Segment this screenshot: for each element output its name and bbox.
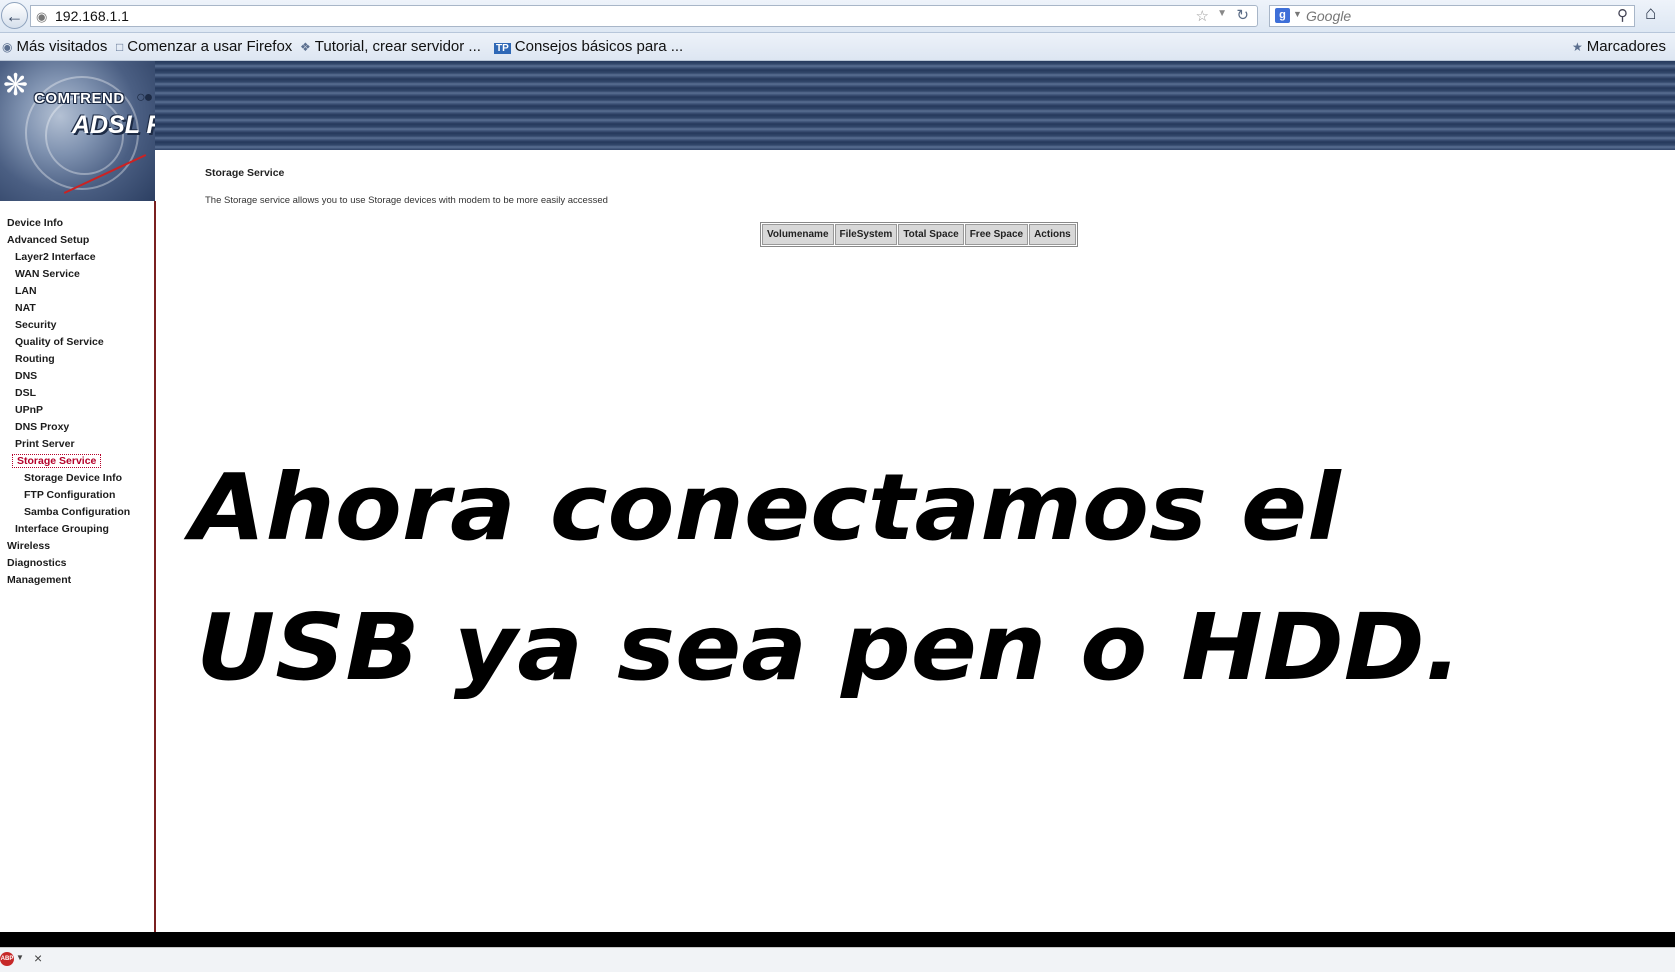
sidebar-item-samba-configuration[interactable]: Samba Configuration (24, 506, 130, 518)
sidebar-item-advanced-setup[interactable]: Advanced Setup (7, 234, 89, 246)
sidebar-item-wireless[interactable]: Wireless (7, 540, 50, 552)
bookmarks-toolbar: ◉ Más visitados □ Comenzar a usar Firefox … (0, 33, 1675, 61)
router-logo: ❋ COMTREND ○● ADSL Router (0, 61, 155, 201)
chevron-down-icon[interactable]: ▼ (1217, 8, 1227, 19)
sidebar-item-dsl[interactable]: DSL (15, 387, 36, 399)
column-header-free-space: Free Space (964, 224, 1029, 245)
sidebar-item-quality-of-service[interactable]: Quality of Service (15, 336, 104, 348)
sidebar-item-wan-service[interactable]: WAN Service (15, 268, 80, 280)
column-header-total-space: Total Space (898, 224, 964, 245)
google-icon[interactable]: g (1275, 8, 1290, 23)
globe-icon: ◉ (2, 40, 13, 54)
sidebar-item-management[interactable]: Management (7, 574, 71, 586)
sidebar-item-nat[interactable]: NAT (15, 302, 36, 314)
product-name: ADSL Router (72, 111, 155, 139)
bottom-divider (0, 932, 1675, 947)
sidebar-item-dns-proxy[interactable]: DNS Proxy (15, 421, 69, 433)
bookmarks-menu[interactable]: ★ Marcadores (1572, 38, 1666, 55)
brand-name: COMTREND (34, 90, 125, 107)
link-icon: ❖ (300, 40, 311, 54)
sidebar-item-routing[interactable]: Routing (15, 353, 55, 365)
back-arrow-icon[interactable]: ← (1, 2, 28, 29)
reload-icon[interactable]: ↻ (1236, 6, 1249, 24)
search-input[interactable]: g ▼ Google ⚲ (1269, 5, 1635, 27)
sidebar-item-device-info[interactable]: Device Info (7, 217, 63, 229)
flower-logo-icon: ❋ (3, 69, 29, 102)
sidebar-nav: Device Info Advanced Setup Layer2 Interf… (0, 201, 156, 932)
chevron-down-icon[interactable]: ▼ (16, 953, 24, 962)
chevron-down-icon[interactable]: ▼ (1293, 9, 1302, 19)
router-header (0, 61, 1675, 150)
adblock-icon[interactable]: ABP (0, 952, 14, 966)
bookmark-consejos[interactable]: TP Consejos básicos para ... (494, 38, 683, 55)
sidebar-item-lan[interactable]: LAN (15, 285, 37, 297)
bookmark-star-icon[interactable]: ☆ (1196, 7, 1209, 25)
overlay-caption-line2: USB ya sea pen o HDD. (196, 594, 1462, 701)
column-header-actions: Actions (1029, 224, 1076, 245)
bookmarks-icon: ★ (1572, 40, 1583, 54)
home-icon[interactable]: ⌂ (1645, 3, 1656, 25)
logo-dots: ○● (136, 89, 153, 106)
bookmark-tutorial[interactable]: ❖ Tutorial, crear servidor ... (300, 38, 481, 55)
sidebar-item-print-server[interactable]: Print Server (15, 438, 75, 450)
bookmark-most-visited[interactable]: ◉ Más visitados (2, 38, 107, 55)
column-header-volumename: Volumename (762, 224, 834, 245)
close-icon[interactable]: × (34, 950, 42, 966)
page-icon: □ (116, 40, 124, 54)
sidebar-item-diagnostics[interactable]: Diagnostics (7, 557, 67, 569)
page-title: Storage Service (205, 167, 285, 179)
bookmark-getting-started[interactable]: □ Comenzar a usar Firefox (116, 38, 292, 55)
url-text[interactable]: 192.168.1.1 (55, 8, 129, 24)
sidebar-item-dns[interactable]: DNS (15, 370, 37, 382)
sidebar-item-upnp[interactable]: UPnP (15, 404, 43, 416)
sidebar-item-storage-device-info[interactable]: Storage Device Info (24, 472, 122, 484)
sidebar-item-layer2-interface[interactable]: Layer2 Interface (15, 251, 96, 263)
tp-icon: TP (494, 43, 511, 54)
search-icon[interactable]: ⚲ (1617, 6, 1628, 24)
sidebar-item-ftp-configuration[interactable]: FTP Configuration (24, 489, 115, 501)
browser-navbar: ← ◉ 192.168.1.1 ☆ ▼ ↻ g ▼ Google ⚲ ⌂ (0, 0, 1675, 33)
sidebar-item-interface-grouping[interactable]: Interface Grouping (15, 523, 109, 535)
table-header-row: Volumename FileSystem Total Space Free S… (762, 224, 1076, 245)
column-header-filesystem: FileSystem (834, 224, 898, 245)
sidebar-item-security[interactable]: Security (15, 319, 56, 331)
url-bar[interactable]: ◉ 192.168.1.1 ☆ ▼ ↻ (30, 5, 1258, 27)
overlay-caption-line1: Ahora conectamos el (190, 454, 1341, 561)
addon-bar: ABP ▼ × (0, 947, 1675, 972)
storage-table: Volumename FileSystem Total Space Free S… (760, 222, 1078, 247)
globe-icon: ◉ (36, 9, 48, 24)
search-placeholder[interactable]: Google (1306, 8, 1351, 24)
page-description: The Storage service allows you to use St… (205, 195, 608, 206)
sidebar-item-storage-service[interactable]: Storage Service (12, 454, 102, 468)
